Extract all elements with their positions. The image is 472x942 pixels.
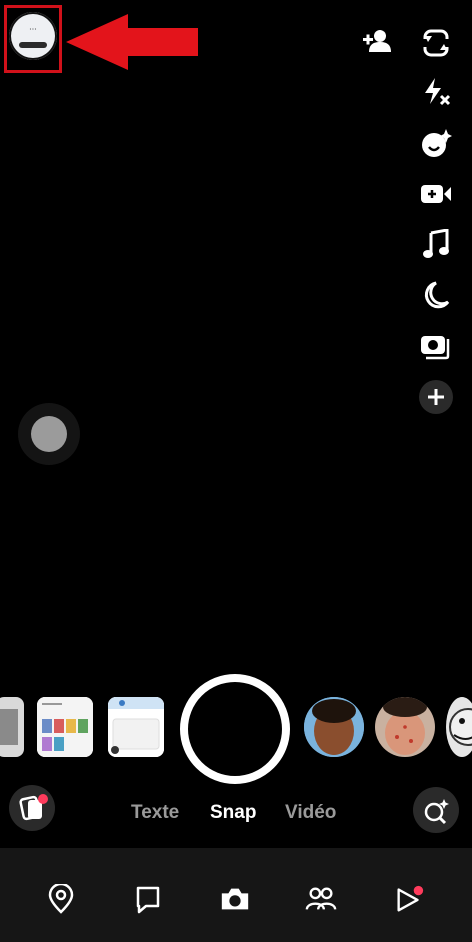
- mode-snap[interactable]: Snap: [210, 802, 256, 824]
- assistive-touch-button[interactable]: [18, 403, 80, 465]
- lens-thumbnail-1[interactable]: [0, 697, 24, 757]
- lens-face-1[interactable]: [304, 697, 364, 757]
- lens-face-2[interactable]: [375, 697, 435, 757]
- camera-icon[interactable]: [219, 883, 251, 915]
- dual-camera-icon[interactable]: [419, 177, 453, 211]
- add-friend-icon[interactable]: [360, 24, 394, 58]
- lens-explore-icon: [424, 799, 449, 825]
- chat-icon[interactable]: [132, 883, 164, 915]
- stories-icon[interactable]: [393, 883, 425, 915]
- avatar-preview-pill: [19, 42, 47, 48]
- profile-avatar[interactable]: • • •: [9, 12, 57, 60]
- mode-video[interactable]: Vidéo: [285, 802, 336, 824]
- memories-icon: [19, 794, 48, 821]
- assistive-touch-dot: [31, 416, 67, 452]
- multi-snap-icon[interactable]: [419, 328, 453, 362]
- bitmoji-lens-icon[interactable]: [419, 126, 453, 160]
- music-icon[interactable]: [419, 227, 453, 261]
- friends-icon[interactable]: [305, 883, 337, 915]
- lens-explore-button[interactable]: [413, 787, 459, 833]
- flash-off-icon[interactable]: [419, 74, 453, 108]
- map-icon[interactable]: [45, 883, 77, 915]
- shutter-button[interactable]: [180, 674, 290, 784]
- flip-camera-icon[interactable]: [419, 26, 453, 60]
- memories-button[interactable]: [9, 785, 55, 831]
- avatar-preview-text: • • •: [29, 26, 37, 31]
- more-plus-icon[interactable]: [419, 380, 453, 414]
- mode-text[interactable]: Texte: [131, 802, 179, 824]
- lens-thumbnail-3[interactable]: [108, 697, 164, 757]
- lens-thumbnail-2[interactable]: [37, 697, 93, 757]
- annotation-arrow-icon: [66, 14, 198, 70]
- lens-face-3[interactable]: [446, 697, 472, 757]
- night-mode-icon[interactable]: [419, 278, 453, 312]
